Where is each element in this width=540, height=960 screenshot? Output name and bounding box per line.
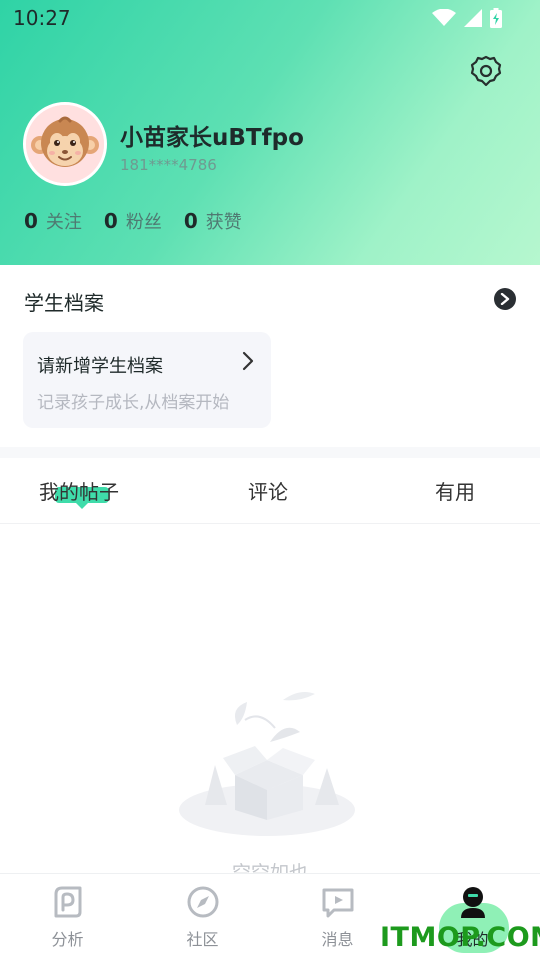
student-file-title: 学生档案 xyxy=(24,291,104,315)
post-tabs: 我的帖子 评论 有用 xyxy=(0,458,540,524)
student-file-more-button[interactable] xyxy=(494,288,516,310)
tab-my-posts[interactable]: 我的帖子 xyxy=(39,476,119,505)
signal-icon xyxy=(464,9,482,27)
stat-following[interactable]: 0 关注 xyxy=(24,208,82,234)
stat-count: 0 xyxy=(183,209,198,233)
stat-count: 0 xyxy=(103,209,118,233)
add-student-file-subtitle: 记录孩子成长,从档案开始 xyxy=(37,393,230,413)
monkey-avatar-icon xyxy=(26,105,104,183)
stat-followers[interactable]: 0 粉丝 xyxy=(104,208,162,234)
empty-box-illustration xyxy=(179,692,355,836)
add-student-file-title: 请新增学生档案 xyxy=(37,356,163,377)
stat-label: 获赞 xyxy=(205,212,242,233)
username: 小苗家长uBTfpo xyxy=(120,125,304,151)
gear-icon xyxy=(470,55,502,87)
tab-useful[interactable]: 有用 xyxy=(435,476,475,505)
stat-likes[interactable]: 0 获赞 xyxy=(184,208,242,234)
nav-item-community[interactable]: 社区 xyxy=(135,873,270,960)
avatar[interactable] xyxy=(23,102,107,186)
phone-number: 181****4786 xyxy=(120,156,217,174)
message-icon xyxy=(322,888,353,918)
analysis-icon xyxy=(54,886,81,918)
status-time: 10:27 xyxy=(13,6,71,30)
add-student-file-button[interactable]: 请新增学生档案 记录孩子成长,从档案开始 xyxy=(23,332,271,428)
watermark: ITMOP.COM xyxy=(380,922,540,953)
profile-stats: 0 关注 0 粉丝 0 获赞 xyxy=(24,208,242,234)
stat-count: 0 xyxy=(24,209,38,233)
chevron-right-icon xyxy=(500,293,510,305)
status-icons xyxy=(432,8,502,28)
nav-item-analysis[interactable]: 分析 xyxy=(0,873,135,960)
nav-label: 社区 xyxy=(186,930,219,949)
wifi-icon xyxy=(432,9,456,26)
stat-label: 粉丝 xyxy=(125,212,162,233)
settings-button[interactable] xyxy=(466,51,506,91)
section-divider xyxy=(0,447,540,458)
battery-icon xyxy=(490,8,502,28)
compass-icon xyxy=(187,886,218,918)
stat-label: 关注 xyxy=(45,212,82,233)
profile-icon xyxy=(460,887,485,918)
status-bar: 10:27 xyxy=(0,0,540,36)
nav-label: 分析 xyxy=(51,930,84,949)
tab-comments[interactable]: 评论 xyxy=(248,476,288,505)
chevron-right-icon xyxy=(242,351,254,371)
